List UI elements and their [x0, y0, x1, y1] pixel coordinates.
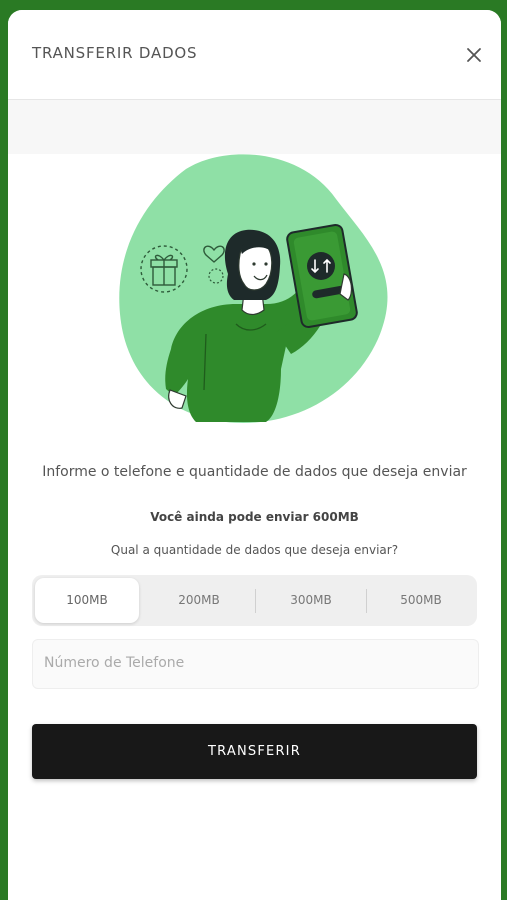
- instruction-text: Informe o telefone e quantidade de dados…: [42, 464, 467, 480]
- data-amount-selector: 100MB 200MB 300MB 500MB: [32, 575, 477, 626]
- modal-title: TRANSFERIR DADOS: [32, 44, 198, 62]
- transfer-modal: TRANSFERIR DADOS Informe o telefone e qu…: [8, 10, 501, 900]
- amount-question-text: Qual a quantidade de dados que deseja en…: [110, 543, 399, 557]
- close-icon[interactable]: [463, 44, 485, 66]
- modal-header: TRANSFERIR DADOS: [8, 10, 501, 100]
- remaining-data-text: Você ainda pode enviar 600MB: [150, 510, 359, 524]
- phone-field: [32, 639, 479, 689]
- phone-number-input[interactable]: [33, 640, 464, 686]
- amount-option-300mb[interactable]: 300MB: [256, 578, 366, 623]
- transfer-button[interactable]: TRANSFERIR: [32, 724, 477, 779]
- amount-option-200mb[interactable]: 200MB: [144, 578, 254, 623]
- amount-option-100mb[interactable]: 100MB: [35, 578, 139, 623]
- modal-body: Informe o telefone e quantidade de dados…: [8, 154, 501, 900]
- amount-option-500mb[interactable]: 500MB: [367, 578, 475, 623]
- woman-holding-phone-illustration: [119, 154, 388, 423]
